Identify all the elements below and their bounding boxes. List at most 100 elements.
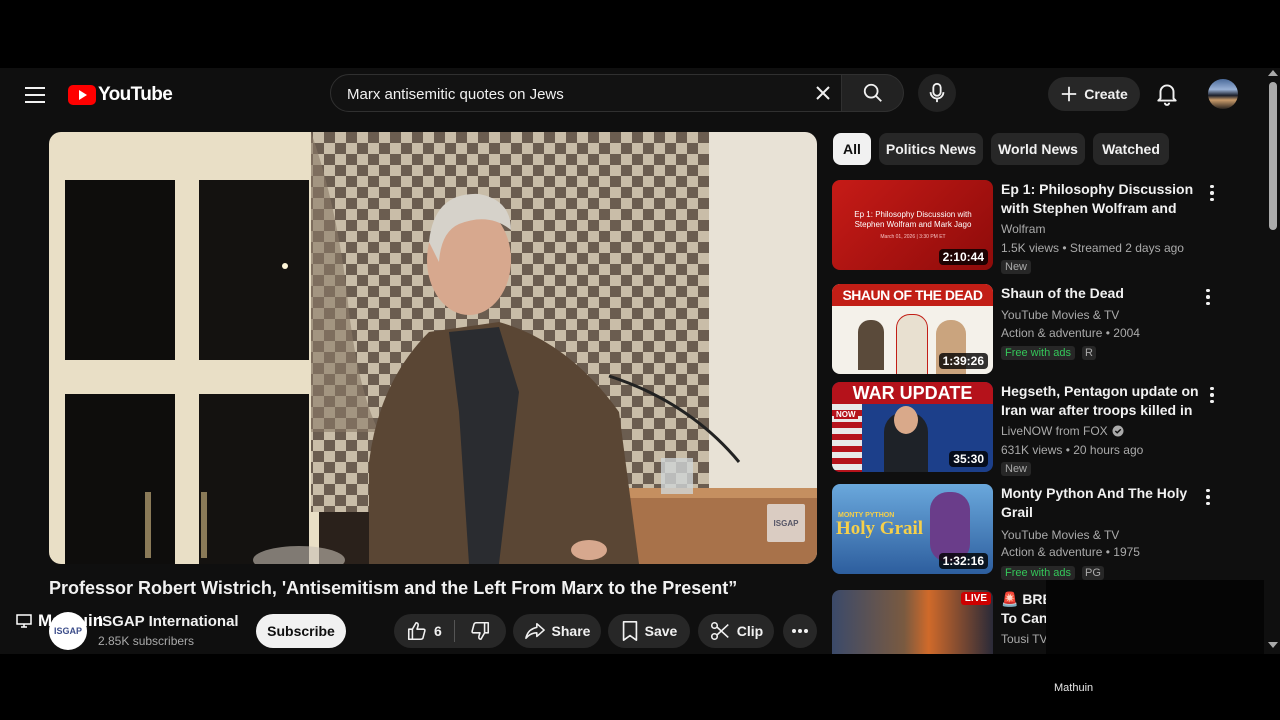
notifications-bell-icon[interactable] — [1154, 80, 1180, 106]
clip-button[interactable]: Clip — [698, 614, 774, 648]
search-input[interactable] — [345, 75, 799, 113]
video-player[interactable]: ISGAP — [49, 132, 817, 564]
create-label: Create — [1084, 86, 1128, 102]
channel-avatar[interactable]: ISGAP — [49, 612, 87, 650]
like-dislike-group: 6 — [394, 614, 506, 648]
recommendation-item[interactable]: Ep 1: Philosophy Discussion with Stephen… — [832, 180, 1252, 274]
new-badge: New — [1001, 260, 1032, 274]
video-title-line: To Cana — [1001, 610, 1049, 626]
free-with-ads-badge: Free with ads — [1001, 566, 1076, 580]
more-horizontal-icon — [792, 629, 808, 633]
bookmark-icon — [622, 621, 637, 641]
video-duration: 2:10:44 — [938, 249, 988, 265]
share-button[interactable]: Share — [513, 614, 601, 648]
new-badge: New — [1001, 462, 1032, 476]
thumbnail-figure — [930, 492, 970, 562]
thumbnail-figure — [896, 314, 928, 374]
thumbs-up-icon — [407, 621, 426, 641]
chip-world-news[interactable]: World News — [991, 133, 1085, 165]
search-button[interactable] — [842, 74, 904, 112]
more-options-icon[interactable] — [1202, 182, 1222, 204]
save-label: Save — [644, 623, 678, 639]
thumbnail-face — [894, 406, 918, 434]
video-duration: 1:32:16 — [938, 553, 988, 569]
account-avatar[interactable] — [1208, 79, 1238, 109]
free-with-ads-badge: Free with ads — [1001, 346, 1076, 360]
video-meta: 1.5K views • Streamed 2 days ago — [1001, 241, 1184, 255]
more-options-icon[interactable] — [1198, 486, 1218, 508]
video-title-line: 🚨 BRE — [1001, 591, 1049, 607]
video-duration: 1:39:26 — [938, 353, 988, 369]
logo-text: YouTube — [98, 84, 173, 105]
channel-row: LiveNOW from FOX — [1001, 424, 1124, 438]
hamburger-menu-icon[interactable] — [22, 82, 48, 108]
video-meta: Action & adventure • 2004 — [1001, 326, 1140, 340]
thumbnail-subtitle: March 01, 2026 | 3:30 PM ET — [880, 234, 946, 240]
subscriber-count: 2.85K subscribers — [98, 634, 195, 648]
video-frame — [49, 132, 817, 564]
video-title: Professor Robert Wistrich, 'Antisemitism… — [49, 578, 738, 598]
video-thumbnail[interactable]: Ep 1: Philosophy Discussion with Stephen… — [832, 180, 993, 270]
dislike-button[interactable] — [455, 614, 505, 648]
thumbs-down-icon — [471, 621, 490, 641]
voice-search-button[interactable] — [918, 74, 956, 112]
search-icon — [863, 83, 882, 102]
video-thumbnail[interactable]: MONTY PYTHON Holy Grail 1:32:16 — [832, 484, 993, 574]
recommendation-item[interactable]: MONTY PYTHON Holy Grail 1:32:16 Monty Py… — [832, 484, 1252, 580]
like-button[interactable]: 6 — [394, 614, 454, 648]
like-count: 6 — [434, 623, 442, 639]
thumbnail-title: SHAUN OF THE DEAD — [842, 287, 983, 303]
thumbnail-title: WAR UPDATE — [852, 383, 973, 403]
youtube-play-icon — [68, 85, 96, 105]
subscribe-button[interactable]: Subscribe — [256, 614, 346, 648]
more-options-icon[interactable] — [1202, 384, 1222, 406]
verified-check-icon — [1112, 425, 1124, 437]
scissors-icon — [710, 621, 729, 641]
video-thumbnail[interactable]: LIVE — [832, 590, 993, 654]
channel-name[interactable]: ISGAP International — [98, 613, 239, 630]
bottom-mathuin-label: Mathuin — [1054, 682, 1094, 694]
create-button[interactable]: Create — [1048, 77, 1140, 111]
channel-name: YouTube Movies & TV — [1001, 528, 1120, 542]
microphone-icon — [929, 82, 945, 103]
video-meta: Action & adventure • 1975 — [1001, 545, 1140, 559]
channel-name: Tousi TV — [1001, 632, 1048, 646]
thumbnail-title: Ep 1: Philosophy Discussion with Stephen… — [854, 210, 972, 229]
thumbnail-subtitle: Holy Grail — [836, 518, 924, 539]
rating-badge: R — [1082, 346, 1096, 360]
video-title: 🚨 BRE To Cana — [1001, 590, 1049, 628]
scroll-down-arrow-icon[interactable] — [1268, 642, 1278, 648]
recommendation-item[interactable]: SHAUN OF THE DEAD 1:39:26 Shaun of the D… — [832, 284, 1252, 378]
save-button[interactable]: Save — [608, 614, 690, 648]
more-actions-button[interactable] — [783, 614, 817, 648]
clear-search-icon[interactable] — [811, 81, 835, 105]
share-icon — [524, 622, 545, 640]
thumbnail-figure — [858, 320, 884, 370]
video-thumbnail[interactable]: WAR UPDATE NOW 35:30 — [832, 382, 993, 472]
rating-badge: PG — [1082, 566, 1104, 580]
share-label: Share — [551, 623, 591, 639]
recommendation-item[interactable]: WAR UPDATE NOW 35:30 Hegseth, Pentagon u… — [832, 382, 1252, 476]
scrollbar-thumb[interactable] — [1269, 82, 1277, 230]
video-duration: 35:30 — [949, 451, 988, 467]
plus-icon — [1062, 86, 1077, 102]
video-title: Shaun of the Dead — [1001, 285, 1124, 301]
video-title: Ep 1: Philosophy Discussion with Stephen… — [1001, 181, 1194, 216]
clip-label: Clip — [736, 623, 764, 639]
video-thumbnail[interactable]: SHAUN OF THE DEAD 1:39:26 — [832, 284, 993, 374]
chip-all[interactable]: All — [833, 133, 871, 165]
search-box — [330, 74, 842, 113]
chip-politics-news[interactable]: Politics News — [879, 133, 983, 165]
scroll-up-arrow-icon[interactable] — [1268, 70, 1278, 76]
more-options-icon[interactable] — [1198, 286, 1218, 308]
channel-name: LiveNOW from FOX — [1001, 424, 1108, 438]
youtube-watch-page: YouTube Create — [0, 68, 1280, 654]
live-badge: LIVE — [960, 592, 991, 605]
channel-name: Wolfram — [1001, 222, 1046, 236]
thumbnail-now-tag: NOW — [834, 410, 858, 419]
video-title: Monty Python And The Holy Grail — [1001, 485, 1188, 520]
chip-watched[interactable]: Watched — [1093, 133, 1169, 165]
isgap-watermark: ISGAP — [767, 504, 805, 542]
youtube-logo[interactable]: YouTube — [68, 83, 173, 107]
video-title: Hegseth, Pentagon update on Iran war aft… — [1001, 383, 1199, 418]
